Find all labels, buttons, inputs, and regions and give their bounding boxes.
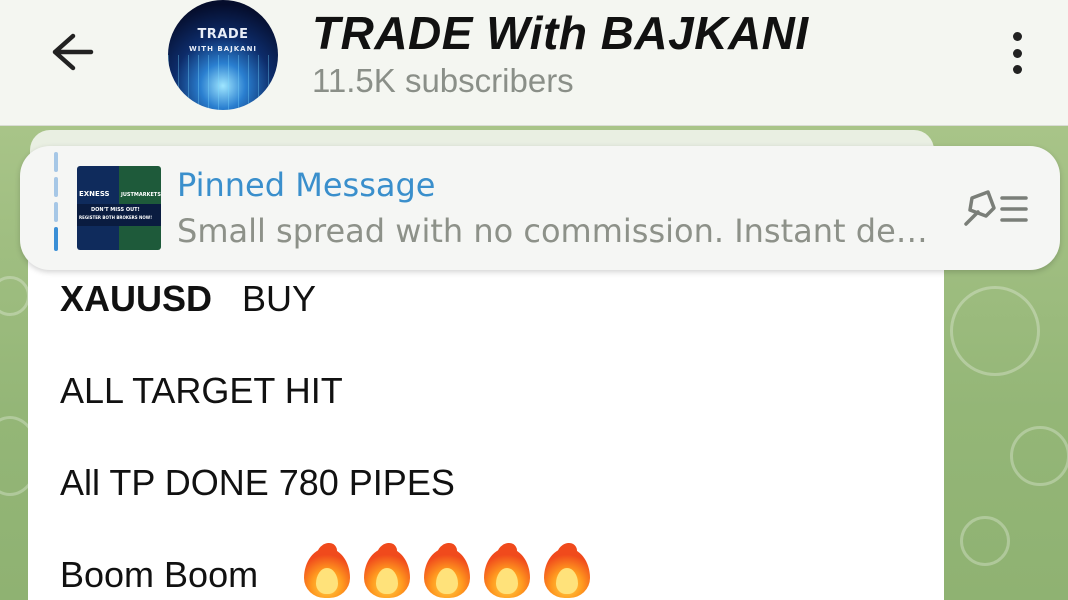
pinned-position-indicator — [54, 152, 59, 252]
thumbnail-banner: DON'T MISS OUT! REGISTER BOTH BROKERS NO… — [77, 204, 161, 226]
message-line-boom: Boom Boom — [60, 554, 259, 595]
message-line-signal: XAUUSD BUY — [60, 278, 316, 320]
pinned-message-thumbnail: EXNESS JUSTMARKETS DON'T MISS OUT! REGIS… — [77, 166, 161, 250]
subscriber-count: 11.5K subscribers — [312, 62, 574, 99]
fire-emoji-icon — [540, 538, 594, 600]
thumbnail-line2: REGISTER BOTH BROKERS NOW! — [79, 215, 153, 220]
thumbnail-left-label: EXNESS — [79, 190, 110, 198]
channel-header: TRADE WITH BAJKANI TRADE With BAJKANI 11… — [0, 0, 1068, 126]
fire-emoji-icon — [360, 538, 414, 600]
pinned-message-preview: Small spread with no commission. Instant… — [177, 212, 928, 250]
avatar-text-top: TRADE — [197, 27, 249, 42]
fire-emoji-icon — [420, 538, 474, 600]
pinned-list-button[interactable] — [958, 186, 1032, 232]
pinned-message-bar[interactable]: EXNESS JUSTMARKETS DON'T MISS OUT! REGIS… — [20, 146, 1060, 270]
back-button[interactable] — [44, 28, 100, 76]
channel-avatar[interactable]: TRADE WITH BAJKANI — [168, 0, 278, 110]
pinned-message-title: Pinned Message — [177, 166, 436, 204]
fire-emoji-row — [300, 538, 594, 600]
message-line-pips: All TP DONE 780 PIPES — [60, 462, 455, 503]
channel-title[interactable]: TRADE With BAJKANI — [312, 6, 809, 60]
thumbnail-line1: DON'T MISS OUT! — [91, 207, 140, 213]
fire-emoji-icon — [480, 538, 534, 600]
fire-emoji-icon — [300, 538, 354, 600]
trade-action: BUY — [242, 278, 317, 319]
trade-symbol: XAUUSD — [60, 278, 213, 319]
more-vertical-icon — [1012, 32, 1022, 41]
avatar-text-bottom: WITH BAJKANI — [188, 45, 258, 53]
more-options-button[interactable] — [1000, 28, 1034, 78]
avatar-grid-pattern — [168, 55, 278, 110]
message-line-target: ALL TARGET HIT — [60, 370, 343, 411]
avatar-logo-text: TRADE WITH BAJKANI — [168, 28, 278, 56]
thumbnail-right-label: JUSTMARKETS — [121, 192, 161, 198]
pinned-list-icon — [964, 190, 1028, 226]
arrow-left-icon — [52, 33, 94, 71]
